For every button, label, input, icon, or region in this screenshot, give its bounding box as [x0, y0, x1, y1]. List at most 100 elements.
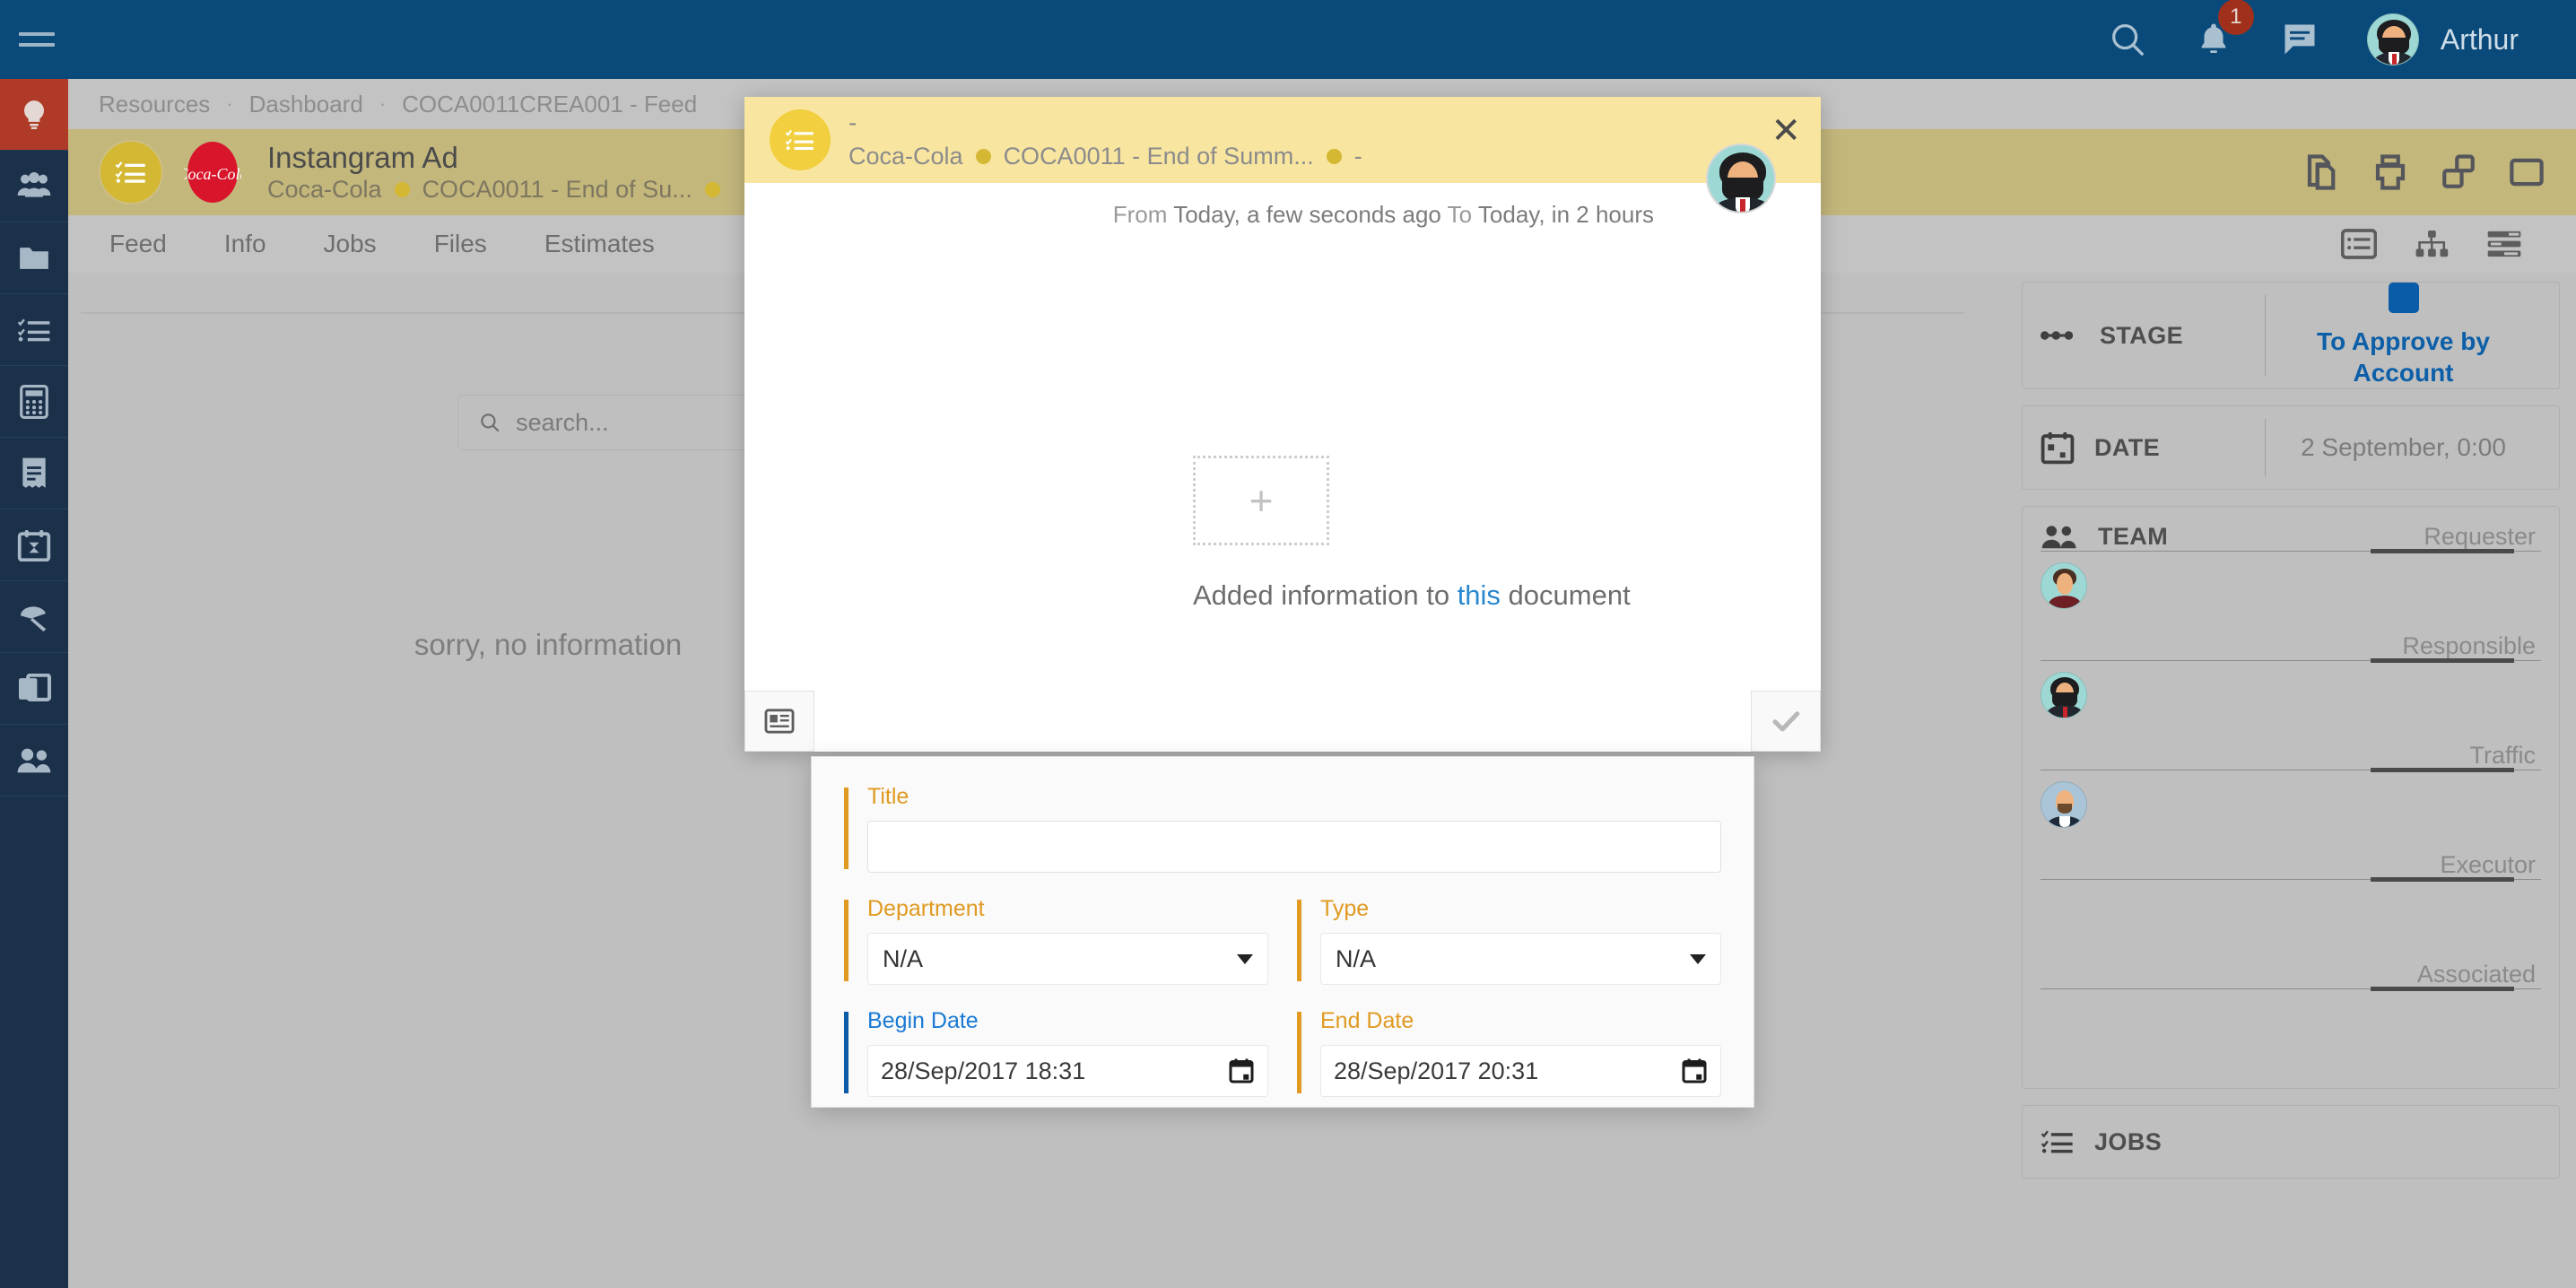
- checklist-icon: [99, 140, 163, 205]
- bell-icon[interactable]: 1: [2195, 19, 2232, 60]
- begin-date-field-group: Begin Date 28/Sep/2017 18:31: [844, 1008, 1268, 1097]
- sidebar-item-people-group[interactable]: [0, 151, 68, 222]
- gantt-view-icon[interactable]: [2486, 229, 2522, 259]
- end-date-field-group: End Date 28/Sep/2017 20:31: [1297, 1008, 1721, 1097]
- details-panel: STAGE To Approve by Account DATE 2 Septe…: [2006, 273, 2576, 1288]
- stage-badge[interactable]: To Approve by Account: [2266, 283, 2541, 388]
- modal-author-avatar: [1706, 144, 1776, 213]
- sidebar-item-users[interactable]: [0, 725, 68, 796]
- calendar-icon[interactable]: [1681, 1057, 1708, 1084]
- date-range-from-value: Today, a few seconds ago: [1173, 201, 1441, 228]
- close-icon[interactable]: ✕: [1771, 113, 1801, 149]
- topbar-actions: 1 Arthur: [2107, 0, 2576, 79]
- page-subtitle-campaign: COCA0011 - End of Su...: [422, 176, 692, 204]
- stage-value-label: To Approve by Account: [2266, 326, 2541, 388]
- sidebar-item-folder[interactable]: [0, 222, 68, 294]
- breadcrumb-separator: ·: [226, 92, 232, 116]
- sidebar-item-receipt[interactable]: [0, 438, 68, 509]
- team-member-responsible[interactable]: [2023, 661, 2559, 742]
- jobs-card[interactable]: JOBS: [2022, 1105, 2560, 1179]
- date-card: DATE 2 September, 0:00: [2022, 405, 2560, 490]
- team-label: TEAM: [2098, 523, 2168, 551]
- user-name-label: Arthur: [2441, 23, 2519, 57]
- add-attachment-button[interactable]: +: [1193, 456, 1329, 545]
- card-view-icon[interactable]: [744, 691, 814, 752]
- begin-date-value: 28/Sep/2017 18:31: [881, 1057, 1085, 1085]
- coca-cola-logo-icon: Coca-Cola: [183, 140, 242, 205]
- stage-card: STAGE To Approve by Account: [2022, 282, 2560, 389]
- begin-date-label: Begin Date: [867, 1008, 1268, 1034]
- sidebar-item-calculator[interactable]: [0, 366, 68, 438]
- team-divider: [2041, 988, 2541, 989]
- title-input[interactable]: [867, 821, 1721, 873]
- team-card: TEAM Requester Responsible: [2022, 506, 2560, 1089]
- page-title-block: Instangram Ad Coca-Cola COCA0011 - End o…: [267, 141, 720, 205]
- sidebar-item-layers[interactable]: [0, 653, 68, 725]
- search-icon[interactable]: [2107, 19, 2148, 60]
- begin-date-input[interactable]: 28/Sep/2017 18:31: [867, 1045, 1268, 1097]
- maximize-icon[interactable]: [2508, 153, 2546, 191]
- calendar-icon[interactable]: [1228, 1057, 1255, 1084]
- job-form-panel: Title Department N/A Type N/A: [811, 756, 1754, 1108]
- team-member-associated[interactable]: [2023, 989, 2559, 1088]
- jobs-label: JOBS: [2094, 1128, 2162, 1156]
- modal-title: -: [849, 110, 1362, 135]
- hierarchy-view-icon[interactable]: [2415, 229, 2449, 259]
- title-field-group: Title: [844, 784, 1721, 873]
- breadcrumb-item-resources[interactable]: Resources: [99, 91, 210, 118]
- sidebar-item-gavel[interactable]: [0, 581, 68, 653]
- plus-icon: +: [1249, 476, 1274, 525]
- department-select[interactable]: N/A: [867, 933, 1268, 985]
- sidebar-item-lightbulb[interactable]: [0, 79, 68, 151]
- chat-icon[interactable]: [2279, 20, 2320, 59]
- team-member-traffic[interactable]: [2023, 770, 2559, 851]
- tab-info[interactable]: Info: [224, 230, 266, 258]
- tab-estimates[interactable]: Estimates: [544, 230, 655, 258]
- title-label: Title: [867, 784, 1721, 810]
- team-member-requester[interactable]: [2023, 552, 2559, 632]
- user-menu[interactable]: Arthur: [2367, 13, 2519, 65]
- end-date-value: 28/Sep/2017 20:31: [1334, 1057, 1538, 1085]
- avatar: [2041, 562, 2087, 609]
- note-document-link[interactable]: this: [1458, 579, 1501, 611]
- list-view-icon[interactable]: [2341, 229, 2377, 259]
- checklist-icon: [770, 109, 831, 170]
- department-type-row: Department N/A Type N/A: [844, 896, 1721, 985]
- view-switcher: [2341, 229, 2576, 259]
- type-selected-value: N/A: [1336, 945, 1376, 973]
- dates-row: Begin Date 28/Sep/2017 18:31 End Date 28…: [844, 1008, 1721, 1097]
- left-sidebar: [0, 79, 68, 1288]
- bullet-dot-icon: [976, 149, 991, 164]
- hamburger-menu-icon[interactable]: [9, 18, 65, 61]
- team-member-executor[interactable]: [2023, 880, 2559, 961]
- sidebar-item-checklist[interactable]: [0, 294, 68, 366]
- modal-header-text: - Coca-Cola COCA0011 - End of Summ... -: [849, 110, 1362, 170]
- bullet-dot-icon: [395, 182, 410, 197]
- avatar: [2367, 13, 2419, 65]
- type-select[interactable]: N/A: [1320, 933, 1721, 985]
- stage-color-swatch: [2389, 283, 2419, 313]
- modal-subtitle-client: Coca-Cola: [849, 143, 963, 170]
- print-icon[interactable]: [2371, 153, 2409, 191]
- jobs-header: JOBS: [2041, 1128, 2265, 1156]
- top-navigation-bar: 1 Arthur: [0, 0, 2576, 79]
- bullet-dot-icon: [1327, 149, 1342, 164]
- date-value: 2 September, 0:00: [2266, 433, 2541, 462]
- notification-badge: 1: [2218, 0, 2254, 35]
- breadcrumb-item-current[interactable]: COCA0011CREA001 - Feed: [402, 91, 697, 118]
- sidebar-item-calendar[interactable]: [0, 509, 68, 581]
- tab-jobs[interactable]: Jobs: [324, 230, 377, 258]
- team-divider: [2041, 551, 2541, 552]
- type-label: Type: [1320, 896, 1721, 922]
- end-date-input[interactable]: 28/Sep/2017 20:31: [1320, 1045, 1721, 1097]
- check-icon[interactable]: [1751, 691, 1821, 752]
- tab-files[interactable]: Files: [434, 230, 487, 258]
- modal-subtitle: Coca-Cola COCA0011 - End of Summ... -: [849, 143, 1362, 170]
- tab-feed[interactable]: Feed: [109, 230, 167, 258]
- department-label: Department: [867, 896, 1268, 922]
- chevron-down-icon: [1690, 954, 1706, 964]
- duplicate-window-icon[interactable]: [2440, 153, 2477, 191]
- breadcrumb-item-dashboard[interactable]: Dashboard: [249, 91, 363, 118]
- copy-icon[interactable]: [2303, 153, 2341, 191]
- type-field-group: Type N/A: [1297, 896, 1721, 985]
